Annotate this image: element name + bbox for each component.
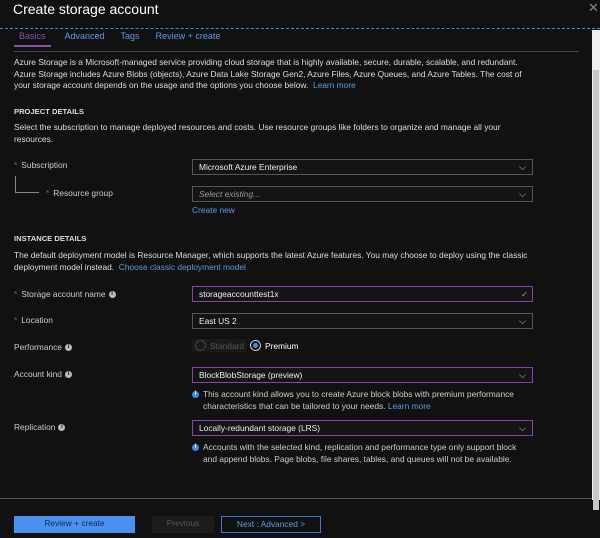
- info-icon[interactable]: i: [58, 424, 65, 431]
- replication-note-text: Accounts with the selected kind, replica…: [203, 442, 516, 464]
- checkmark-icon: ✓: [521, 287, 528, 301]
- radio-circle-selected: [250, 340, 261, 351]
- subscription-label: *Subscription: [14, 160, 67, 170]
- info-icon[interactable]: i: [109, 291, 116, 298]
- info-icon[interactable]: i: [65, 344, 72, 351]
- project-details-text: Select the subscription to manage deploy…: [14, 122, 539, 145]
- subscription-label-text: Subscription: [21, 160, 67, 170]
- close-icon[interactable]: ✕: [588, 0, 599, 16]
- resource-group-placeholder: Select existing...: [199, 189, 260, 199]
- intro-body: Azure Storage is a Microsoft-managed ser…: [14, 57, 522, 90]
- radio-standard[interactable]: Standard: [192, 339, 247, 352]
- storage-name-label-text: Storage account name: [21, 289, 105, 299]
- replication-label-text: Replication: [14, 422, 55, 432]
- learn-more-link[interactable]: Learn more: [313, 80, 356, 90]
- storage-name-value: storageaccounttest1x: [199, 289, 279, 299]
- resource-group-dropdown[interactable]: Select existing... ⌵: [192, 186, 533, 202]
- replication-label: Replicationi: [14, 422, 65, 432]
- info-icon: i: [192, 391, 199, 398]
- storage-name-input[interactable]: storageaccounttest1x ✓: [192, 286, 533, 302]
- account-kind-label: Account kindi: [14, 369, 72, 379]
- tab-divider: [14, 51, 579, 52]
- storage-name-label: *Storage account namei: [14, 289, 116, 299]
- intro-text: Azure Storage is a Microsoft-managed ser…: [14, 57, 534, 92]
- performance-radio-group: Standard Premium: [192, 339, 299, 352]
- info-icon: i: [192, 444, 199, 451]
- account-kind-dropdown[interactable]: BlockBlobStorage (preview) ⌵: [192, 367, 533, 383]
- tab-review-create[interactable]: Review + create: [154, 31, 223, 47]
- subscription-value: Microsoft Azure Enterprise: [199, 162, 297, 172]
- account-kind-note-text: This account kind allows you to create A…: [203, 389, 514, 411]
- instance-text-body: The default deployment model is Resource…: [14, 250, 528, 272]
- radio-premium[interactable]: Premium: [250, 340, 299, 351]
- tab-advanced[interactable]: Advanced: [63, 31, 107, 47]
- location-label: *Location: [14, 315, 53, 325]
- chevron-down-icon: ⌵: [519, 160, 526, 174]
- radio-premium-label: Premium: [265, 341, 299, 351]
- chevron-down-icon: ⌵: [519, 314, 526, 328]
- radio-circle: [195, 340, 206, 351]
- subscription-dropdown[interactable]: Microsoft Azure Enterprise ⌵: [192, 159, 533, 175]
- location-value: East US 2: [199, 316, 237, 326]
- location-label-text: Location: [21, 315, 53, 325]
- tab-basics[interactable]: Basics: [14, 31, 51, 47]
- performance-label: Performancei: [14, 342, 72, 352]
- review-create-button[interactable]: Review + create: [14, 516, 135, 533]
- classic-deployment-link[interactable]: Choose classic deployment model: [119, 262, 246, 272]
- account-kind-label-text: Account kind: [14, 369, 62, 379]
- create-new-link[interactable]: Create new: [192, 205, 235, 215]
- account-kind-value: BlockBlobStorage (preview): [199, 370, 302, 380]
- resource-group-label-text: Resource group: [53, 188, 113, 198]
- project-details-heading: PROJECT DETAILS: [14, 107, 84, 116]
- replication-dropdown[interactable]: Locally-redundant storage (LRS) ⌵: [192, 420, 533, 436]
- tree-connector: [15, 176, 39, 193]
- instance-details-text: The default deployment model is Resource…: [14, 250, 539, 273]
- footer-divider: [0, 498, 592, 499]
- scrollbar[interactable]: [592, 30, 600, 500]
- tab-tags[interactable]: Tags: [119, 31, 142, 47]
- next-advanced-button[interactable]: Next : Advanced >: [221, 516, 321, 533]
- info-icon[interactable]: i: [65, 371, 72, 378]
- tab-bar: Basics Advanced Tags Review + create: [14, 31, 222, 47]
- resource-group-label: *Resource group: [46, 188, 113, 198]
- learn-more-link[interactable]: Learn more: [388, 401, 431, 411]
- radio-standard-label: Standard: [210, 341, 244, 351]
- location-dropdown[interactable]: East US 2 ⌵: [192, 313, 533, 329]
- chevron-down-icon: ⌵: [519, 187, 526, 201]
- divider: [0, 28, 600, 29]
- chevron-down-icon: ⌵: [519, 368, 526, 382]
- replication-value: Locally-redundant storage (LRS): [199, 423, 320, 433]
- replication-note: i Accounts with the selected kind, replic…: [192, 442, 532, 465]
- performance-label-text: Performance: [14, 342, 62, 352]
- scrollbar-thumb[interactable]: [593, 70, 599, 510]
- page-title: Create storage account: [13, 1, 159, 17]
- instance-details-heading: INSTANCE DETAILS: [14, 234, 86, 243]
- account-kind-note: i This account kind allows you to create …: [192, 389, 532, 412]
- previous-button[interactable]: Previous: [152, 516, 214, 533]
- chevron-down-icon: ⌵: [519, 421, 526, 435]
